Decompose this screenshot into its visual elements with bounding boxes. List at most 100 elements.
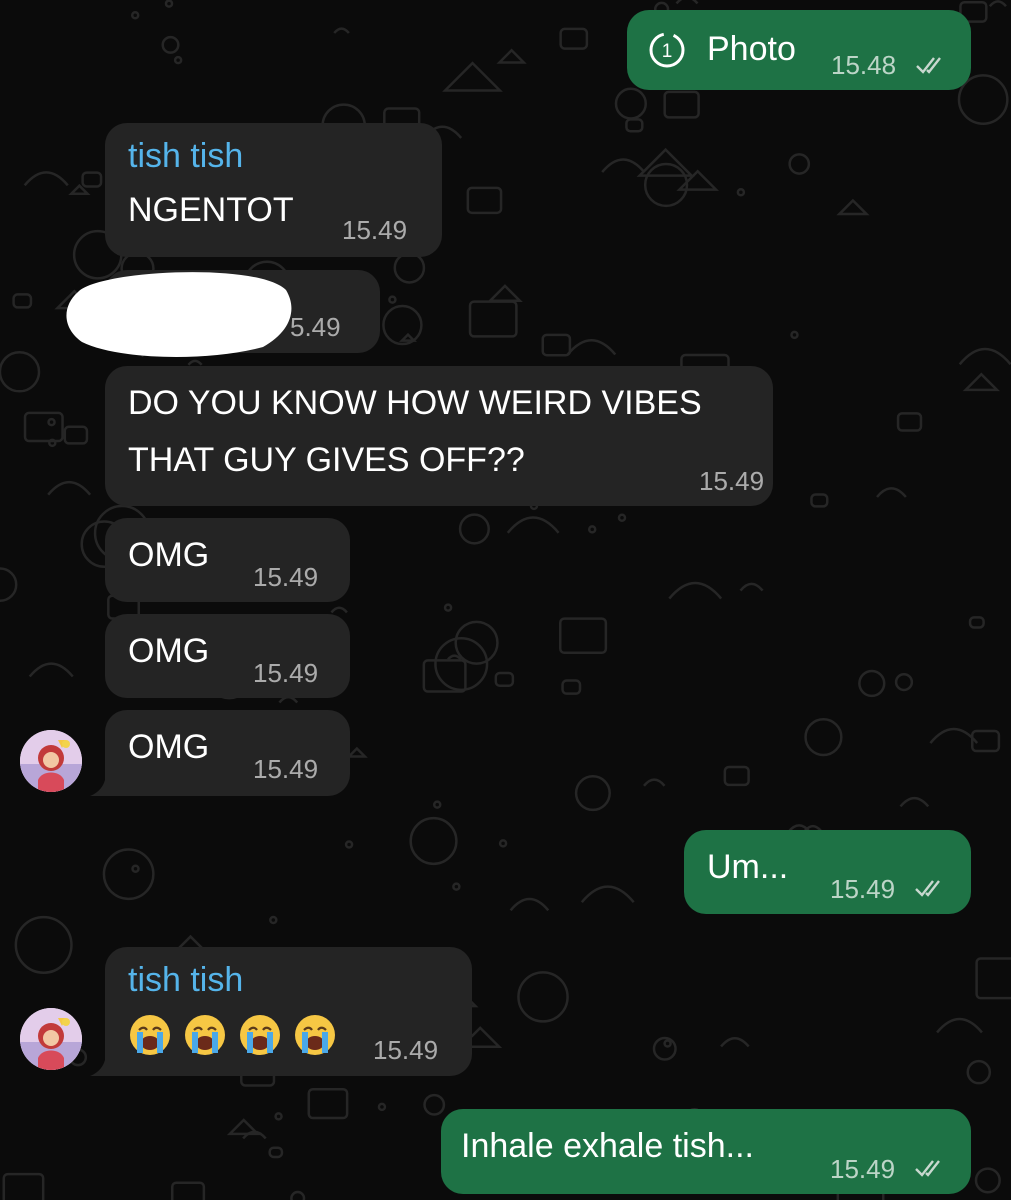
wallpaper-doodle <box>736 187 746 197</box>
wallpaper-doodle <box>810 493 829 508</box>
wallpaper-doodle <box>643 162 689 208</box>
wallpaper-doodle <box>388 295 397 304</box>
wallpaper-doodle <box>23 171 69 187</box>
wallpaper-doodle <box>14 915 73 974</box>
wallpaper-doodle <box>452 882 461 891</box>
svg-text:1: 1 <box>662 41 673 62</box>
wallpaper-doodle <box>164 0 174 8</box>
message-text: Photo <box>707 30 796 68</box>
wallpaper-doodle <box>307 1087 349 1120</box>
wallpaper-doodle <box>580 885 635 903</box>
wallpaper-doodle <box>173 55 183 65</box>
wallpaper-doodle <box>171 1181 206 1200</box>
wallpaper-doodle <box>398 332 417 342</box>
avatar[interactable] <box>20 730 82 792</box>
message-time: 15.49 <box>342 215 408 245</box>
wallpaper-doodle <box>587 525 597 534</box>
wallpaper-doodle <box>968 616 985 629</box>
wallpaper-doodle <box>47 417 56 427</box>
message-time: 15.49 <box>830 874 896 904</box>
wallpaper-doodle <box>614 87 647 120</box>
message-time: 15.49 <box>373 1035 439 1065</box>
wallpaper-doodle <box>601 158 646 173</box>
wallpaper-doodle <box>720 1036 750 1048</box>
wallpaper-doodle <box>836 198 870 216</box>
redaction-mark <box>66 272 292 358</box>
message-incoming[interactable]: tish tish NGENTOT 15.49 <box>105 123 442 257</box>
wallpaper-doodle <box>958 347 1011 366</box>
message-text-line-1: DO YOU KNOW HOW WEIRD VIBES <box>128 384 702 422</box>
message-text: NGENTOT <box>128 191 294 229</box>
message-incoming[interactable]: OMG 15.49 <box>105 614 350 698</box>
wallpaper-doodle <box>957 74 1009 125</box>
wallpaper-doodle <box>432 800 442 809</box>
wallpaper-doodle <box>894 672 914 692</box>
wallpaper-doodle <box>899 796 930 808</box>
message-time: 15.48 <box>831 50 897 80</box>
wallpaper-doodle <box>643 778 666 787</box>
sender-name[interactable]: tish tish <box>128 961 243 1000</box>
wallpaper-doodle <box>422 659 467 693</box>
wallpaper-doodle <box>382 304 423 346</box>
read-ticks-icon <box>915 880 940 897</box>
wallpaper-doodle <box>929 727 979 744</box>
wallpaper-doodle <box>896 412 923 432</box>
wallpaper-doodle <box>2 1172 45 1200</box>
wallpaper-doodle <box>377 1102 387 1112</box>
wallpaper-doodle <box>675 0 699 5</box>
wallpaper-doodle <box>541 333 572 357</box>
message-time: 15.49 <box>699 466 765 496</box>
wallpaper-doodle <box>345 746 368 758</box>
wallpaper-doodle <box>333 27 350 34</box>
wallpaper-doodle <box>330 606 348 614</box>
avatar[interactable] <box>20 1008 82 1070</box>
message-incoming-emoji[interactable]: tish tish 15.49 <box>105 947 472 1076</box>
message-incoming[interactable]: DO YOU KNOW HOW WEIRD VIBES THAT GUY GIV… <box>105 366 773 506</box>
message-text: Inhale exhale tish... <box>461 1127 754 1165</box>
message-outgoing[interactable]: Um... 15.49 <box>684 830 971 914</box>
wallpaper-doodle <box>625 118 644 133</box>
wallpaper-doodle <box>458 513 490 545</box>
wallpaper-doodle <box>274 1112 283 1121</box>
wallpaper-doodle <box>47 480 92 496</box>
wallpaper-doodle <box>517 971 569 1023</box>
wallpaper-doodle <box>28 662 74 678</box>
wallpaper-doodle <box>936 1017 983 1034</box>
wallpaper-doodle <box>858 669 886 698</box>
message-text-line-2: THAT GUY GIVES OFF?? <box>128 441 525 479</box>
wallpaper-doodle <box>63 425 89 445</box>
wallpaper-doodle <box>498 839 508 848</box>
wallpaper-doodle <box>617 513 627 523</box>
wallpaper-doodle <box>668 581 723 600</box>
message-text: OMG <box>128 632 210 670</box>
message-outgoing-photo[interactable]: 1 Photo 15.48 <box>627 10 971 90</box>
wallpaper-doodle <box>566 339 617 356</box>
wallpaper-doodle <box>487 284 523 303</box>
message-incoming[interactable]: OMG 15.49 <box>105 518 350 602</box>
message-time: 15.49 <box>253 754 319 784</box>
wallpaper-doodle <box>290 1190 306 1200</box>
wallpaper-doodle <box>723 765 750 787</box>
wallpaper-doodle <box>0 567 18 602</box>
wallpaper-doodle <box>988 0 1007 8</box>
wallpaper-doodle <box>788 153 811 175</box>
wallpaper-doodle <box>12 293 33 309</box>
message-incoming[interactable]: OMG 15.49 <box>105 710 350 796</box>
message-time: 15.49 <box>253 562 319 592</box>
wallpaper-doodle <box>447 654 462 661</box>
message-time: 15.49 <box>253 658 319 688</box>
wallpaper-doodle <box>876 487 907 498</box>
message-text: OMG <box>128 536 210 574</box>
wallpaper-doodle <box>975 957 1011 1000</box>
message-outgoing[interactable]: Inhale exhale tish... 15.49 <box>441 1109 971 1194</box>
wallpaper-doodle <box>506 516 560 534</box>
wallpaper-doodle <box>102 848 155 901</box>
wallpaper-doodle <box>269 915 278 925</box>
wallpaper-doodle <box>966 1059 992 1085</box>
sender-name[interactable]: tish tish <box>128 137 243 176</box>
wallpaper-doodle <box>268 1146 284 1159</box>
wallpaper-doodle <box>393 252 426 284</box>
wallpaper-doodle <box>81 171 103 188</box>
avatar-image <box>20 1008 82 1070</box>
bubble-tail <box>90 772 112 796</box>
